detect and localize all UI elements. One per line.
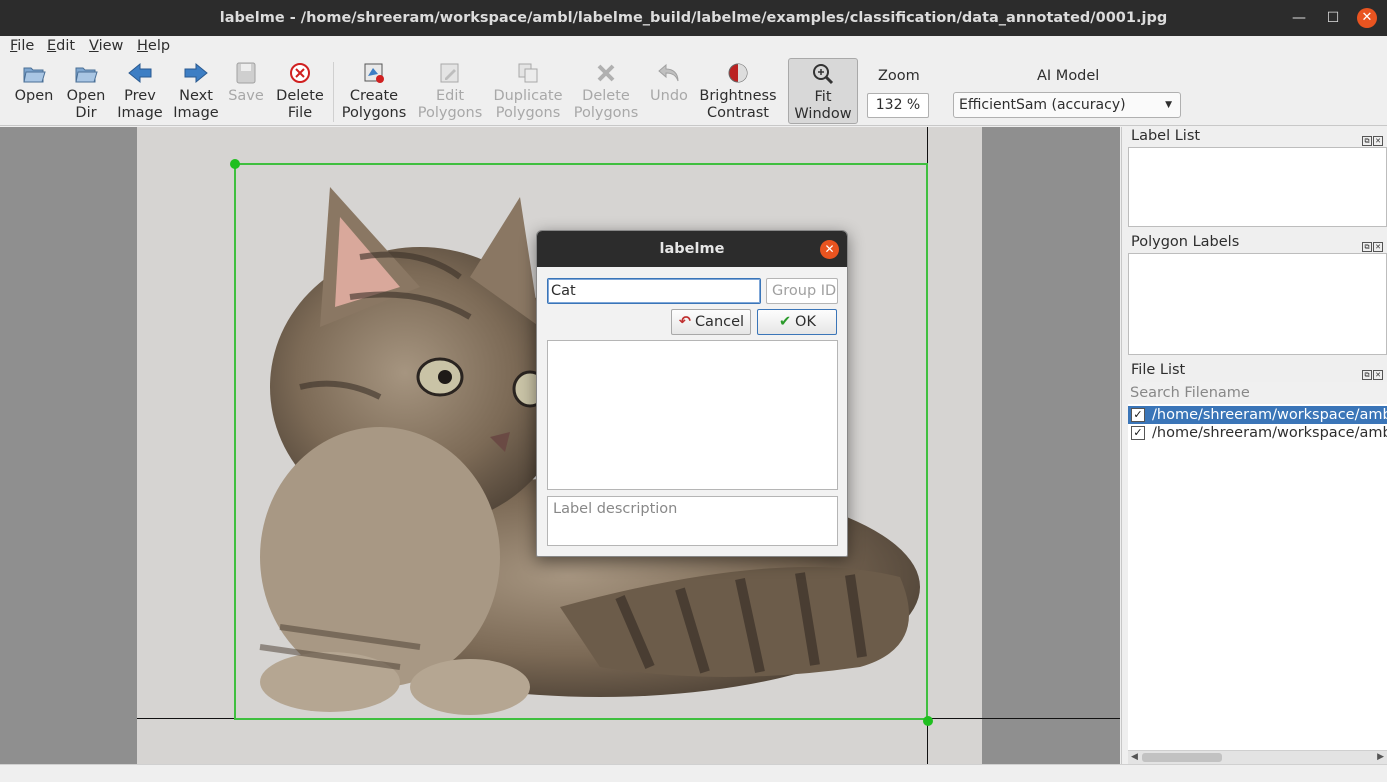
file-path: /home/shreeram/workspace/ambl/labelme_bu… [1152,425,1387,441]
delete-file-button[interactable]: Delete File [270,58,330,124]
status-bar [0,764,1387,782]
open-dir-button[interactable]: Open Dir [60,58,112,124]
create-polygons-label: Create Polygons [341,88,407,121]
maximize-button[interactable]: ☐ [1323,8,1343,28]
delete-polygons-label: Delete Polygons [573,88,639,121]
scroll-left-icon[interactable]: ◀ [1131,751,1138,764]
checkbox-checked-icon[interactable]: ✓ [1131,408,1145,422]
float-icon[interactable]: ⧉ [1362,242,1372,252]
zoom-input[interactable]: 132 % [867,93,929,118]
ai-model-select[interactable]: EfficientSam (accuracy) ▼ [953,92,1181,118]
title-bar: labelme - /home/shreeram/workspace/ambl/… [0,0,1387,36]
next-image-label: Next Image [173,88,219,121]
file-path: /home/shreeram/workspace/ambl/labelme_bu… [1152,407,1387,423]
label-description-input[interactable]: Label description [547,496,838,546]
create-polygon-icon [364,63,384,83]
edit-polygons-button[interactable]: Edit Polygons [414,58,486,124]
save-icon [236,62,256,84]
duplicate-polygons-button[interactable]: Duplicate Polygons [490,58,566,124]
menu-file[interactable]: File [10,38,34,54]
minimize-button[interactable]: — [1289,8,1309,28]
search-filename-input[interactable]: Search Filename [1128,382,1387,404]
save-label: Save [228,88,264,104]
file-list-item[interactable]: ✓ /home/shreeram/workspace/ambl/labelme_… [1128,424,1387,442]
folder-icon [75,67,98,83]
chevron-down-icon: ▼ [1165,100,1172,110]
menu-view[interactable]: View [89,38,123,54]
copy-icon [518,63,538,83]
group-id-input[interactable]: Group ID [766,278,838,304]
fit-window-button[interactable]: Fit Window [788,58,858,124]
polygon-labels-list[interactable] [1128,253,1387,355]
brightness-contrast-button[interactable]: Brightness Contrast [698,58,778,124]
undo-icon [658,63,679,82]
brightness-contrast-label: Brightness Contrast [699,88,777,121]
toolbar-separator [333,62,334,122]
dialog-title: labelme [537,231,847,267]
label-list-dock-buttons: ⧉ ✕ [1361,131,1383,146]
polygon-labels-dock-buttons: ⧉ ✕ [1361,237,1383,252]
checkbox-checked-icon[interactable]: ✓ [1131,426,1145,440]
cross-icon [597,64,615,82]
close-icon[interactable]: ✕ [1373,136,1383,146]
file-list-dock-buttons: ⧉ ✕ [1361,365,1383,380]
float-icon[interactable]: ⧉ [1362,136,1372,146]
scrollbar-thumb[interactable] [1142,753,1222,762]
open-label: Open [14,88,54,104]
cancel-button[interactable]: ↶ Cancel [671,309,751,335]
fit-window-label: Fit Window [794,89,852,122]
window-close-button[interactable]: ✕ [1357,8,1377,28]
arrow-right-icon [184,62,208,84]
undo-button[interactable]: Undo [646,58,692,124]
delete-polygons-button[interactable]: Delete Polygons [570,58,642,124]
file-list-title: File List [1131,362,1186,378]
ok-label: OK [795,314,816,330]
prev-image-button[interactable]: Prev Image [113,58,167,124]
delete-circle-icon [290,63,310,83]
undo-icon: ↶ [678,314,692,330]
label-input[interactable]: Cat [547,278,761,304]
label-suggestion-list[interactable] [547,340,838,490]
close-icon[interactable]: ✕ [1373,370,1383,380]
open-button[interactable]: Open [8,58,60,124]
zoom-label: Zoom [878,68,920,84]
arrow-left-icon [128,62,152,84]
checkmark-icon: ✔ [778,314,792,330]
ai-model-value: EfficientSam (accuracy) [959,97,1126,113]
save-button[interactable]: Save [224,58,268,124]
label-list-title: Label List [1131,128,1201,144]
create-polygons-button[interactable]: Create Polygons [338,58,410,124]
file-list-item[interactable]: ✓ /home/shreeram/workspace/ambl/labelme_… [1128,406,1387,424]
brightness-icon [728,63,748,83]
menu-bar: File Edit View Help [0,36,1387,58]
label-list[interactable] [1128,147,1387,227]
duplicate-polygons-label: Duplicate Polygons [493,88,563,121]
folder-open-icon [23,67,46,83]
file-list[interactable]: ✓ /home/shreeram/workspace/ambl/labelme_… [1128,404,1387,752]
menu-help[interactable]: Help [137,38,170,54]
file-list-scrollbar[interactable]: ◀ ▶ [1128,750,1387,764]
edit-icon [440,63,459,83]
right-dock: Label List ⧉ ✕ Polygon Labels ⧉ ✕ File Lis… [1121,127,1387,764]
close-icon[interactable]: ✕ [1373,242,1383,252]
menu-edit[interactable]: Edit [47,38,75,54]
next-image-button[interactable]: Next Image [169,58,223,124]
polygon-labels-title: Polygon Labels [1131,234,1240,250]
float-icon[interactable]: ⧉ [1362,370,1372,380]
undo-label: Undo [650,88,688,104]
toolbar: Open Open Dir Prev Image Next Image Save… [0,58,1387,126]
open-dir-label: Open Dir [66,88,106,121]
cancel-label: Cancel [694,314,745,330]
scroll-right-icon[interactable]: ▶ [1377,751,1384,764]
ai-model-label: AI Model [1037,68,1100,84]
zoom-fit-icon [813,64,834,85]
dialog-close-button[interactable]: ✕ [820,240,839,259]
delete-file-label: Delete File [276,88,324,121]
ok-button[interactable]: ✔ OK [757,309,837,335]
edit-polygons-label: Edit Polygons [417,88,483,121]
prev-image-label: Prev Image [117,88,163,121]
label-dialog: labelme ✕ Cat Group ID ↶ Cancel ✔ OK Label… [536,230,848,557]
window-title: labelme - /home/shreeram/workspace/ambl/… [219,10,1168,26]
